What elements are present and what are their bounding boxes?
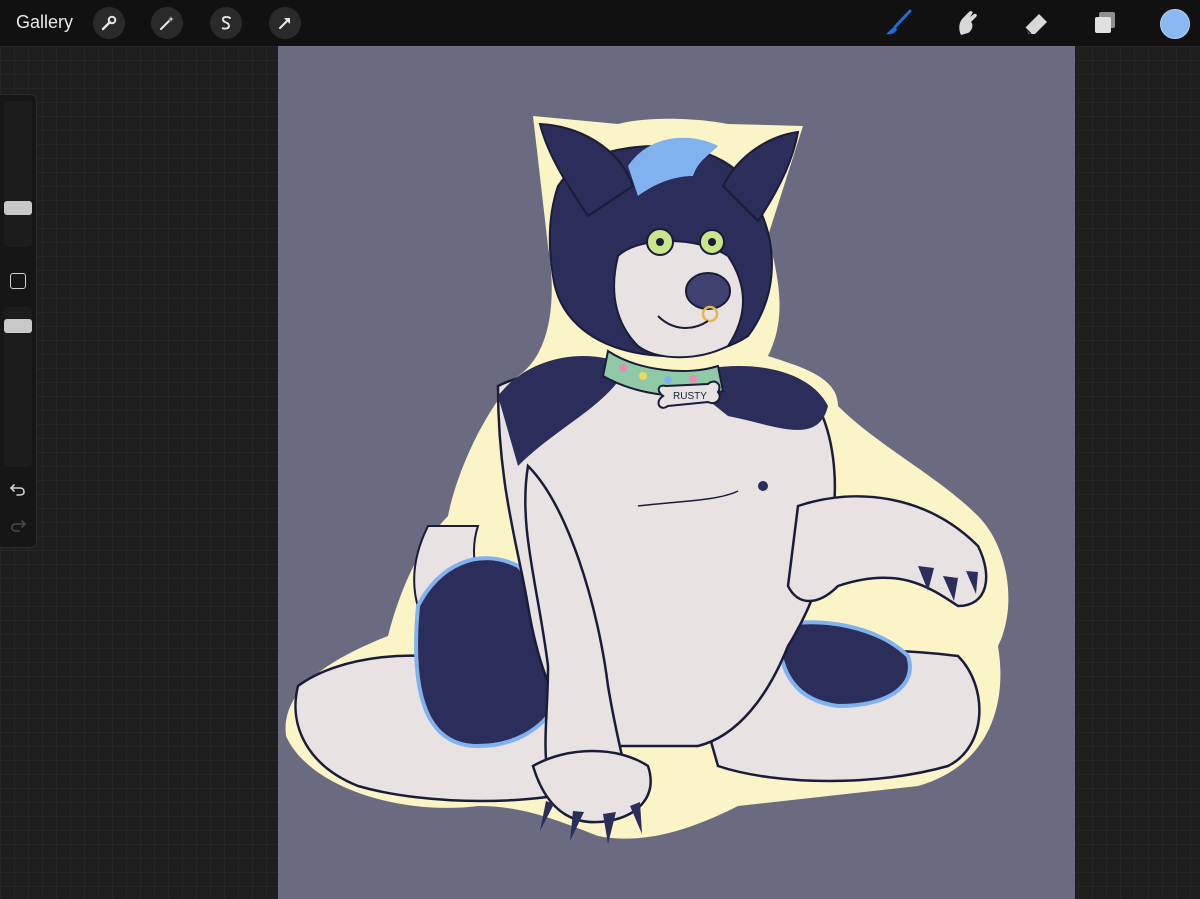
undo-button[interactable] — [8, 479, 28, 499]
top-toolbar: Gallery — [0, 0, 1200, 46]
brush-size-slider-thumb[interactable] — [4, 201, 32, 215]
magic-wand-icon — [160, 16, 174, 30]
redo-icon — [11, 520, 27, 532]
dog-character-artwork: RUSTY — [285, 116, 1009, 844]
selection-s-icon — [221, 15, 231, 30]
paint-brush-tool[interactable] — [884, 8, 914, 38]
smudge-icon — [959, 11, 977, 35]
wrench-icon — [101, 15, 117, 31]
eraser-icon — [1024, 14, 1047, 35]
redo-button[interactable] — [8, 515, 28, 535]
undo-icon — [9, 484, 25, 496]
color-picker-swatch[interactable] — [1160, 9, 1190, 39]
brush-opacity-slider-thumb[interactable] — [4, 319, 32, 333]
layers-icon — [1095, 12, 1115, 33]
left-sidebar — [0, 94, 37, 548]
selection-button[interactable] — [210, 7, 242, 39]
modify-button[interactable] — [10, 273, 26, 289]
layers-tool[interactable] — [1090, 8, 1120, 38]
adjustments-button[interactable] — [151, 7, 183, 39]
gallery-button[interactable]: Gallery — [16, 12, 73, 33]
collar-tag: RUSTY — [657, 380, 721, 409]
brush-size-slider[interactable] — [4, 101, 32, 247]
transform-button[interactable] — [269, 7, 301, 39]
actions-button[interactable] — [93, 7, 125, 39]
brush-icon — [886, 9, 912, 35]
smudge-tool[interactable] — [952, 8, 982, 38]
svg-text:RUSTY: RUSTY — [673, 391, 707, 402]
transform-arrow-icon — [279, 18, 290, 29]
drawing-canvas[interactable]: RUSTY — [278, 46, 1075, 899]
eraser-tool[interactable] — [1021, 8, 1051, 38]
